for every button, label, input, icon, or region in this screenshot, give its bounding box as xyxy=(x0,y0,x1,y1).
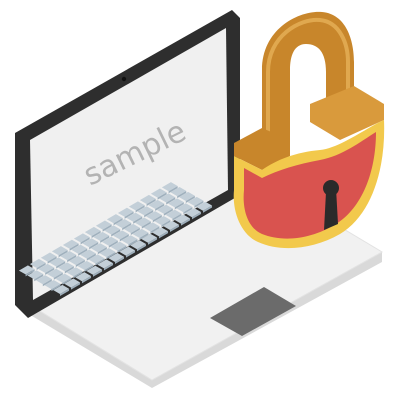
padlock-icon xyxy=(233,11,385,249)
keyhole-icon xyxy=(323,180,339,230)
laptop-with-padlock-illustration: sample xyxy=(15,10,385,388)
camera-dot xyxy=(121,76,127,82)
